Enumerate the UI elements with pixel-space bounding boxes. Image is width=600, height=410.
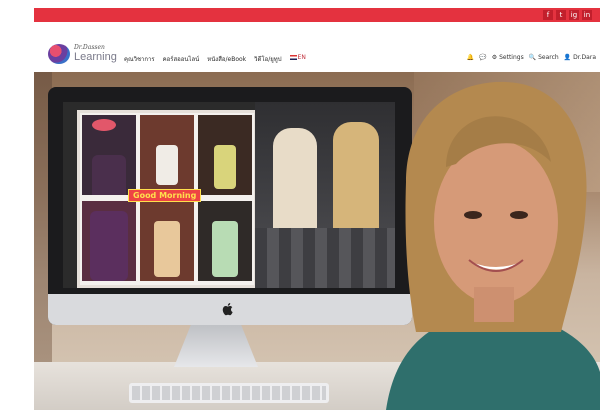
menu-item-courses[interactable]: คอร์สออนไลน์ xyxy=(163,54,200,64)
menu-item-books[interactable]: หนังสือ/eBook xyxy=(207,54,246,64)
language-label: EN xyxy=(297,54,306,61)
social-links: f t ig in xyxy=(543,10,592,20)
main-menu: คุณวิชาการ คอร์สออนไลน์ หนังสือ/eBook วิ… xyxy=(124,54,306,64)
notifications-icon[interactable]: 🔔 xyxy=(467,54,474,61)
collage-photo xyxy=(82,115,136,195)
logo-name: Learning xyxy=(74,51,117,63)
twitter-icon[interactable]: t xyxy=(556,10,566,20)
good-morning-banner: Good Morning xyxy=(128,189,202,202)
language-switch[interactable]: EN xyxy=(289,54,306,64)
presenter-photo xyxy=(386,81,600,410)
apple-logo-icon xyxy=(222,303,233,316)
top-bar: f t ig in xyxy=(34,8,600,22)
settings-label: Settings xyxy=(499,54,524,61)
site-logo[interactable]: Dr.Dassen Learning xyxy=(48,42,117,72)
website: f t ig in Dr.Dassen Learning คุณวิชาการ … xyxy=(34,8,600,410)
collage-photo xyxy=(198,201,252,281)
collage-photo xyxy=(198,115,252,195)
monitor-stand xyxy=(174,325,258,367)
hero-image: Good Morning xyxy=(34,72,600,410)
chat-icon[interactable]: 💬 xyxy=(479,54,486,61)
logo-icon xyxy=(48,44,70,64)
linkedin-icon[interactable]: in xyxy=(582,10,592,20)
photo-collage: Good Morning xyxy=(77,110,257,288)
collage-photo xyxy=(82,201,136,281)
flag-icon xyxy=(289,55,297,60)
search-link[interactable]: 🔍 Search xyxy=(529,54,559,61)
search-label: Search xyxy=(538,54,559,61)
logo-tagline: Dr.Dassen xyxy=(74,44,105,51)
user-link[interactable]: 👤 Dr.Dara xyxy=(564,54,596,61)
menu-item-academics[interactable]: คุณวิชาการ xyxy=(124,54,155,64)
collage-photo xyxy=(140,115,194,195)
user-name: Dr.Dara xyxy=(573,54,596,61)
navbar: Dr.Dassen Learning คุณวิชาการ คอร์สออนไล… xyxy=(34,22,600,72)
facebook-icon[interactable]: f xyxy=(543,10,553,20)
collage-photo xyxy=(140,201,194,281)
menu-item-videos[interactable]: วิดีโอ/ยูทูป xyxy=(254,54,281,64)
instagram-icon[interactable]: ig xyxy=(569,10,579,20)
right-menu: 🔔 💬 ⚙ Settings 🔍 Search 👤 Dr.Dara xyxy=(467,54,596,61)
settings-link[interactable]: ⚙ Settings xyxy=(492,54,524,61)
keyboard xyxy=(129,383,329,403)
